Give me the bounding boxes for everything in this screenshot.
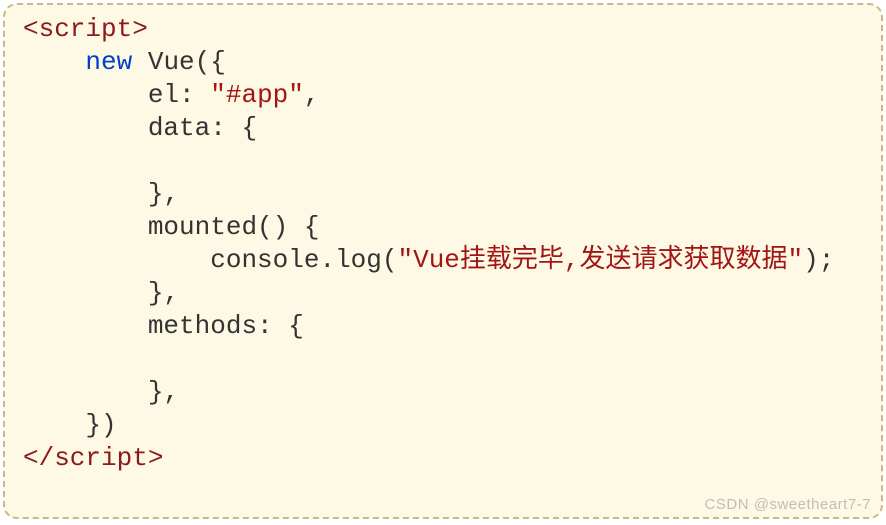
el-value: "#app" [210, 80, 304, 110]
vue-ident: Vue [148, 47, 195, 77]
script-close-tag: </script> [23, 443, 163, 473]
hook-mounted: mounted [148, 212, 257, 242]
console-log: console.log [210, 245, 382, 275]
close-paren-brace: }) [85, 410, 116, 440]
code-box: <script> new Vue({ el: "#app", data: { }… [3, 3, 883, 519]
code-block: <script> new Vue({ el: "#app", data: { }… [23, 13, 869, 475]
prop-el: el [148, 80, 179, 110]
log-string: "Vue挂载完毕,发送请求获取数据" [397, 245, 803, 275]
open-paren-brace: ({ [195, 47, 226, 77]
prop-data: data [148, 113, 210, 143]
prop-methods: methods [148, 311, 257, 341]
watermark: CSDN @sweetheart7-7 [705, 496, 871, 513]
keyword-new: new [85, 47, 132, 77]
script-open-tag: <script> [23, 14, 148, 44]
